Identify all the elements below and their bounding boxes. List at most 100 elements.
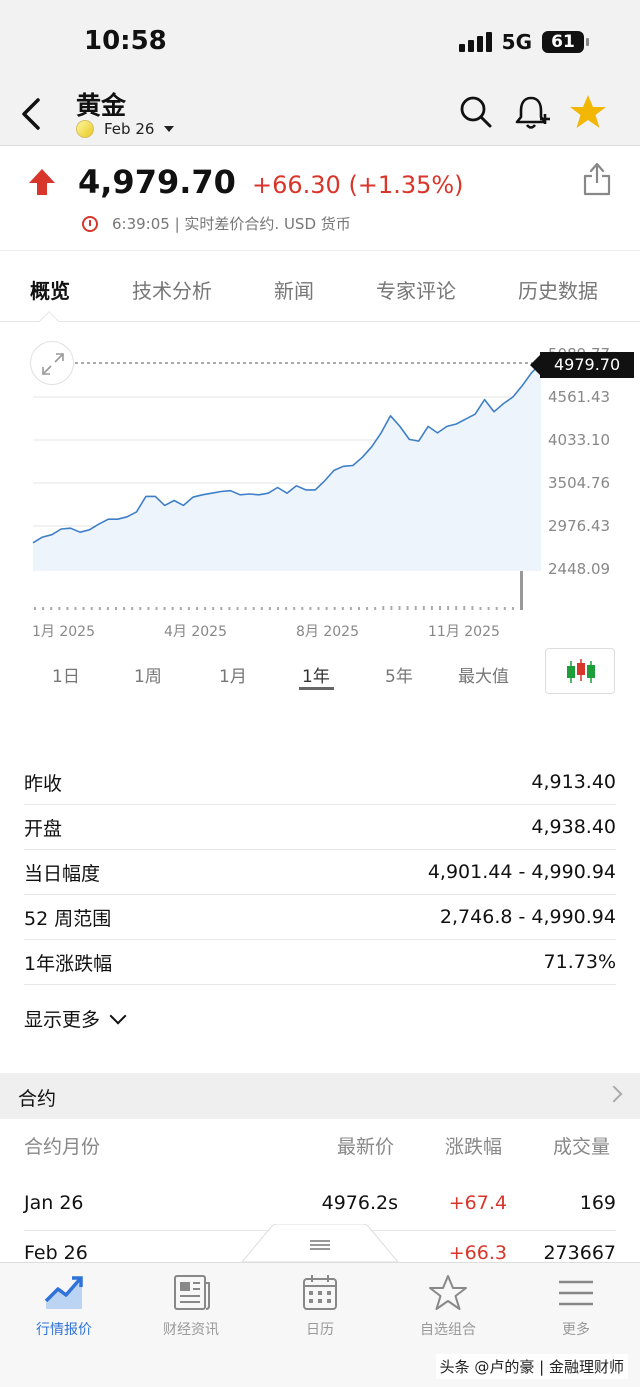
- chart-trend-icon: [44, 1276, 83, 1309]
- volume-bar: [260, 607, 263, 610]
- tab-overview[interactable]: 概览: [30, 275, 70, 304]
- drawer-handle[interactable]: [242, 1224, 398, 1262]
- range-1y[interactable]: 1年: [302, 662, 330, 687]
- up-arrow-icon: [29, 169, 55, 195]
- last-value-tag: 4979.70: [530, 352, 634, 378]
- price-chart[interactable]: 5089.774561.434033.103504.762976.432448.…: [0, 323, 640, 653]
- y-tick-label: 4033.10: [548, 430, 611, 449]
- bell-plus-icon[interactable]: [512, 92, 552, 132]
- stat-value: 4,938.40: [531, 816, 616, 838]
- range-max[interactable]: 最大值: [458, 662, 509, 687]
- contracts-table-header: 合约月份 最新价 涨跌幅 成交量: [0, 1132, 640, 1172]
- nav-news[interactable]: 财经资讯: [141, 1273, 241, 1339]
- volume-bar: [187, 607, 190, 610]
- volume-bar: [341, 607, 344, 610]
- share-icon[interactable]: [582, 161, 612, 197]
- stat-label: 当日幅度: [24, 862, 101, 885]
- volume-bar: [503, 607, 506, 610]
- volume-bar: [285, 607, 288, 610]
- contract-volume: 273667: [543, 1242, 616, 1264]
- volume-bar: [479, 607, 482, 610]
- gold-coin-icon: [76, 120, 94, 138]
- range-1d[interactable]: 1日: [52, 662, 80, 687]
- contract-change: +67.4: [448, 1192, 507, 1214]
- volume-bar: [236, 607, 239, 610]
- volume-bar: [487, 607, 490, 610]
- x-tick-label: 4月 2025: [164, 624, 227, 640]
- search-icon[interactable]: [456, 92, 496, 132]
- app-screen: { "status_bar": {"time": "10:58", "netwo…: [0, 0, 640, 1387]
- y-tick-label: 2976.43: [548, 516, 611, 535]
- volume-bar: [430, 606, 433, 610]
- nav-label: 自选组合: [420, 1322, 476, 1338]
- range-1w[interactable]: 1周: [134, 662, 162, 687]
- nav-calendar[interactable]: 日历: [270, 1273, 370, 1339]
- candlestick-toggle-button[interactable]: [545, 648, 615, 694]
- y-tick-label: 3504.76: [548, 474, 611, 492]
- volume-bar: [317, 607, 320, 610]
- contract-selector[interactable]: Feb 26: [76, 120, 175, 138]
- range-5y[interactable]: 5年: [385, 662, 413, 687]
- volume-bar: [447, 606, 450, 610]
- tab-news[interactable]: 新闻: [274, 275, 314, 304]
- contract-month: Feb 26: [24, 1242, 88, 1264]
- volume-bar: [139, 607, 142, 610]
- volume-bar: [147, 607, 150, 610]
- star-filled-icon[interactable]: [568, 92, 608, 132]
- contracts-header[interactable]: 合约: [0, 1073, 640, 1119]
- clock-icon: [82, 215, 98, 232]
- x-tick-label: 11月 2025: [428, 624, 500, 640]
- x-tick-label: 8月 2025: [296, 624, 359, 640]
- stat-value: 4,901.44 - 4,990.94: [427, 861, 616, 883]
- volume-bar: [374, 607, 377, 610]
- volume-bar: [382, 606, 385, 610]
- volume-bar: [244, 607, 247, 610]
- volume-bar: [349, 607, 352, 610]
- stat-label: 1年涨跌幅: [24, 952, 113, 975]
- volume-bar: [171, 607, 174, 610]
- stat-row-open: 开盘 4,938.40: [24, 805, 616, 850]
- chevron-right-icon: [605, 1085, 623, 1103]
- tab-technical[interactable]: 技术分析: [132, 275, 212, 304]
- nav-watchlist[interactable]: 自选组合: [398, 1273, 498, 1339]
- volume-bar: [42, 607, 45, 610]
- volume-bar: [50, 607, 53, 610]
- nav-label: 行情报价: [36, 1322, 92, 1338]
- volume-bar: [179, 607, 182, 610]
- volume-bar: [325, 607, 328, 610]
- status-bar: 10:58 5G 61: [0, 0, 640, 80]
- volume-bar: [301, 607, 304, 610]
- stat-value: 71.73%: [543, 951, 616, 973]
- col-header-change: 涨跌幅: [445, 1136, 503, 1158]
- volume-bar: [228, 607, 231, 610]
- volume-bar: [163, 607, 166, 610]
- section-tabs: 概览 技术分析 新闻 专家评论 历史数据: [0, 250, 640, 331]
- back-arrow-icon[interactable]: [14, 94, 50, 134]
- nav-quotes[interactable]: 行情报价: [14, 1273, 114, 1339]
- stat-label: 开盘: [24, 817, 63, 840]
- volume-bar: [406, 606, 409, 610]
- app-header: 黄金 Feb 26: [0, 80, 640, 146]
- chevron-down-icon: [164, 126, 175, 132]
- volume-bar: [268, 607, 271, 610]
- nav-label: 更多: [562, 1322, 590, 1338]
- volume-bar: [358, 607, 360, 610]
- stat-row-52w-range: 52 周范围 2,746.8 - 4,990.94: [24, 895, 616, 940]
- stat-label: 昨收: [24, 772, 63, 795]
- network-type: 5G: [501, 30, 532, 54]
- volume-bar: [34, 607, 36, 610]
- stat-row-1y-change: 1年涨跌幅 71.73%: [24, 940, 616, 985]
- expand-chart-button[interactable]: [30, 341, 74, 385]
- tab-history[interactable]: 历史数据: [518, 275, 598, 304]
- volume-bar: [471, 606, 474, 610]
- stat-label: 52 周范围: [24, 907, 112, 930]
- volume-bar: [520, 571, 523, 610]
- show-more-button[interactable]: 显示更多: [24, 1005, 127, 1032]
- tab-expert[interactable]: 专家评论: [376, 275, 456, 304]
- star-outline-icon: [429, 1275, 467, 1310]
- nav-more[interactable]: 更多: [526, 1273, 626, 1339]
- signal-icon: [458, 32, 492, 52]
- candlestick-icon: [567, 659, 595, 683]
- volume-bar: [220, 607, 223, 610]
- range-1m[interactable]: 1月: [219, 662, 247, 687]
